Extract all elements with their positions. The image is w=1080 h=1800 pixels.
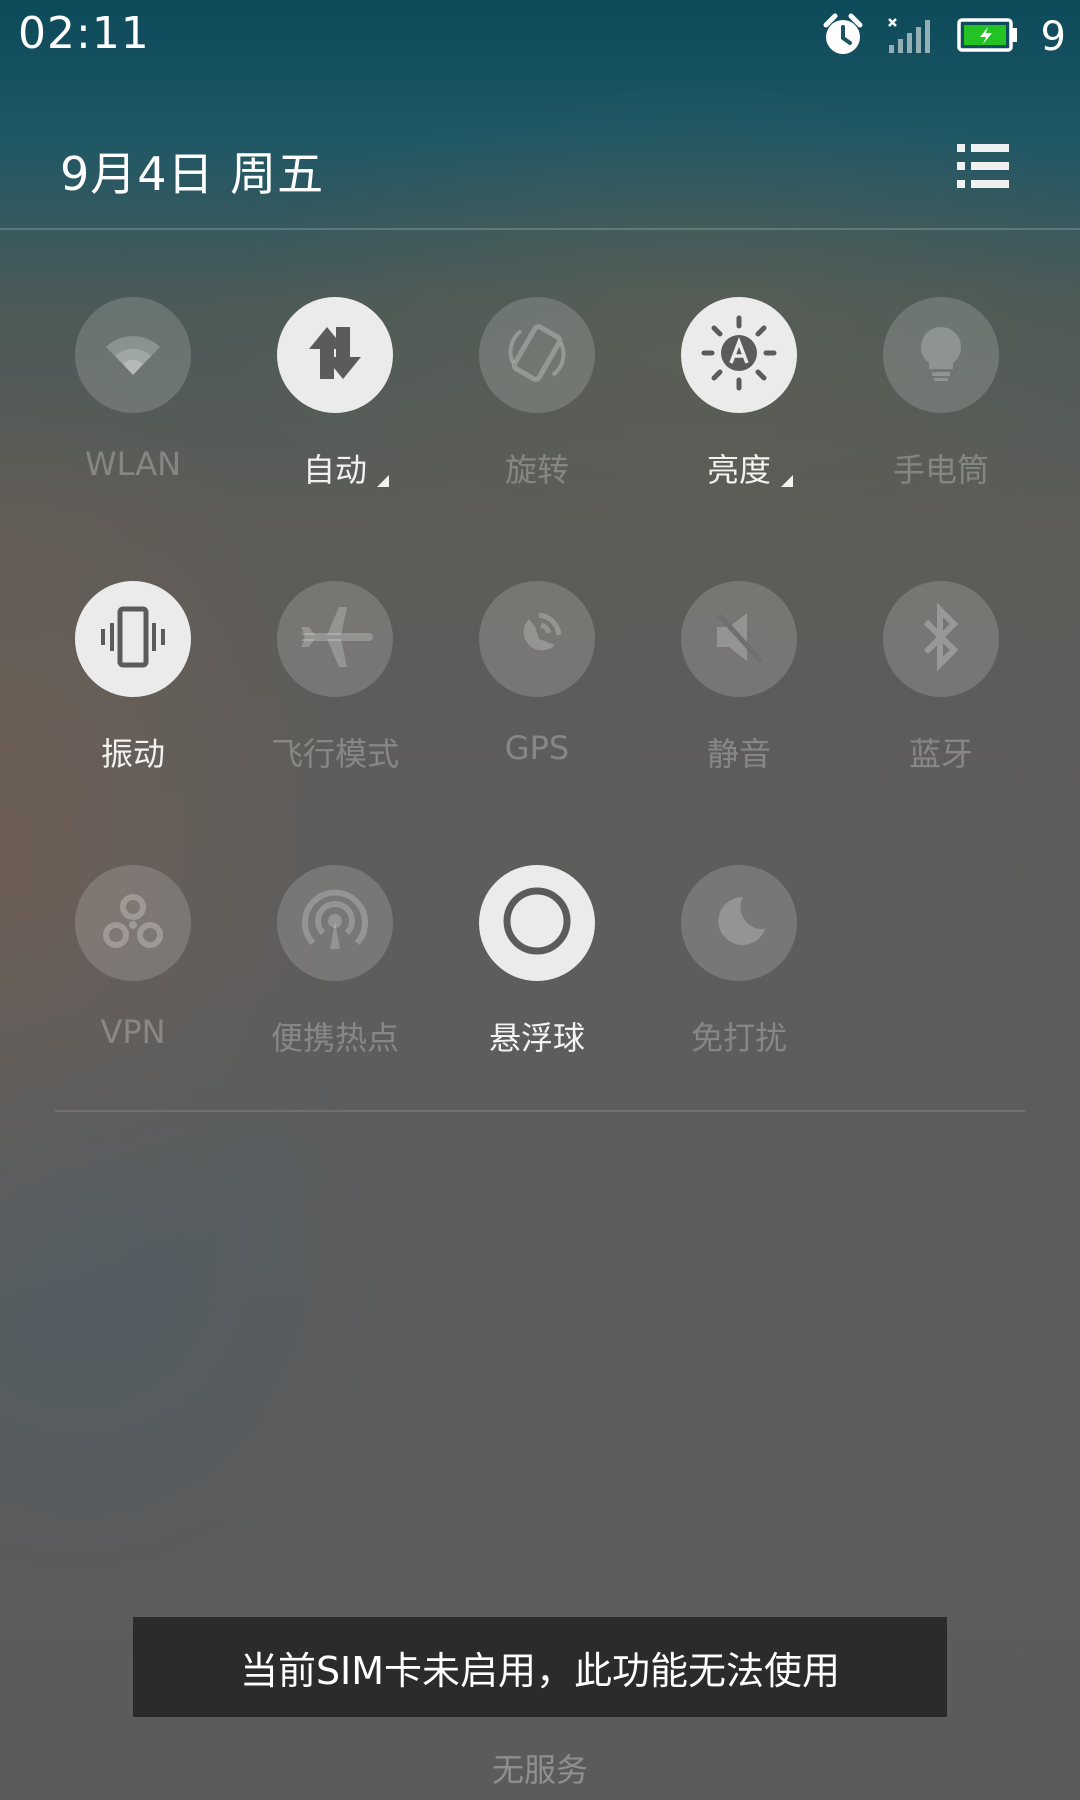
toggle-do-not-disturb[interactable]: 免打扰 bbox=[639, 865, 839, 1085]
airplane-icon bbox=[297, 605, 373, 673]
flashlight-icon bbox=[911, 323, 971, 387]
toggle-label: WLAN bbox=[84, 445, 182, 483]
hotspot-icon bbox=[297, 883, 373, 963]
toggle-vibrate-button[interactable] bbox=[75, 581, 191, 697]
bluetooth-icon bbox=[916, 602, 966, 676]
toggle-label: 便携热点 bbox=[270, 1019, 399, 1057]
toggle-label: VPN bbox=[100, 1013, 166, 1051]
toggle-vibrate[interactable]: 振动 bbox=[33, 581, 233, 801]
toggle-do-not-disturb-button[interactable] bbox=[681, 865, 797, 981]
toggle-label: 飞行模式 bbox=[270, 735, 399, 773]
notification-header: 9月4日 周五 bbox=[0, 100, 1080, 228]
vibrate-icon bbox=[98, 605, 168, 673]
brightness-auto-icon bbox=[699, 313, 779, 397]
toggle-hotspot[interactable]: 便携热点 bbox=[235, 865, 435, 1085]
toast-message: 当前SIM卡未启用，此功能无法使用 bbox=[133, 1617, 947, 1717]
battery-charging-icon bbox=[956, 17, 1019, 57]
toggle-gps[interactable]: GPS bbox=[437, 581, 637, 801]
toggle-mobile-data[interactable]: 自动 bbox=[235, 297, 435, 517]
toggle-vpn-button[interactable] bbox=[75, 865, 191, 981]
alarm-icon bbox=[821, 13, 865, 61]
toast-text: 当前SIM卡未启用，此功能无法使用 bbox=[239, 1648, 841, 1693]
toggle-rotate[interactable]: 旋转 bbox=[437, 297, 637, 517]
toggle-floating-ball-button[interactable] bbox=[479, 865, 595, 981]
data-transfer-icon bbox=[305, 323, 365, 387]
toggle-vpn[interactable]: VPN bbox=[33, 865, 233, 1085]
list-button[interactable] bbox=[955, 138, 1011, 194]
date-label: 9月4日 周五 bbox=[60, 147, 325, 201]
rotate-icon bbox=[503, 319, 571, 391]
vpn-icon bbox=[101, 891, 165, 955]
toggle-brightness[interactable]: 亮度 bbox=[639, 297, 839, 517]
toggle-mute-button[interactable] bbox=[681, 581, 797, 697]
header-divider bbox=[0, 228, 1080, 230]
toggle-label: 悬浮球 bbox=[488, 1019, 585, 1057]
toggle-flashlight[interactable]: 手电筒 bbox=[841, 297, 1041, 517]
status-bar: 02:11 9 bbox=[0, 0, 1080, 72]
toggle-label: 旋转 bbox=[504, 451, 569, 489]
toggle-gps-button[interactable] bbox=[479, 581, 595, 697]
toggle-wlan-button[interactable] bbox=[75, 297, 191, 413]
toggle-airplane[interactable]: 飞行模式 bbox=[235, 581, 435, 801]
toggle-wlan[interactable]: WLAN bbox=[33, 297, 233, 517]
toggle-label: 手电筒 bbox=[892, 451, 989, 489]
status-time: 02:11 bbox=[18, 8, 150, 59]
battery-level: 9 bbox=[1040, 14, 1066, 60]
floating-ball-icon bbox=[501, 885, 573, 961]
toggle-mute[interactable]: 静音 bbox=[639, 581, 839, 801]
toggle-label: 静音 bbox=[706, 735, 771, 773]
mute-icon bbox=[709, 607, 769, 671]
grid-divider bbox=[55, 1110, 1025, 1112]
toggle-bluetooth-button[interactable] bbox=[883, 581, 999, 697]
toggle-bluetooth[interactable]: 蓝牙 bbox=[841, 581, 1041, 801]
toggle-hotspot-button[interactable] bbox=[277, 865, 393, 981]
expand-caret-icon bbox=[781, 475, 793, 487]
toggle-floating-ball[interactable]: 悬浮球 bbox=[437, 865, 637, 1085]
expand-caret-icon bbox=[377, 475, 389, 487]
do-not-disturb-icon bbox=[709, 891, 769, 955]
toggle-rotate-button[interactable] bbox=[479, 297, 595, 413]
gps-icon bbox=[505, 605, 569, 673]
toggle-label: 自动 bbox=[302, 451, 367, 489]
toggle-airplane-button[interactable] bbox=[277, 581, 393, 697]
toggle-label: 蓝牙 bbox=[908, 735, 973, 773]
service-status: 无服务 bbox=[491, 1751, 588, 1789]
toggle-mobile-data-button[interactable] bbox=[277, 297, 393, 413]
toggle-label: 振动 bbox=[100, 735, 165, 773]
toggle-flashlight-button[interactable] bbox=[883, 297, 999, 413]
toggle-label: 亮度 bbox=[706, 451, 771, 489]
toggle-label: GPS bbox=[504, 729, 570, 767]
wifi-icon bbox=[103, 323, 163, 387]
list-icon bbox=[955, 144, 1011, 198]
toggle-label: 免打扰 bbox=[690, 1019, 787, 1057]
signal-no-service-icon bbox=[887, 15, 935, 59]
status-icons: 9 bbox=[821, 12, 1066, 62]
toggle-brightness-button[interactable] bbox=[681, 297, 797, 413]
